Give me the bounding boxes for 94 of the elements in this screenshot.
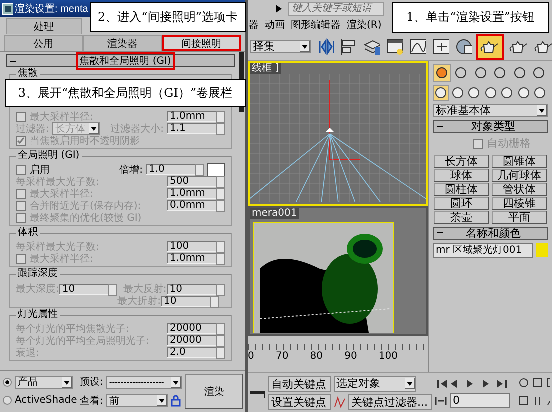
dropdown-arrow-icon (171, 376, 182, 388)
window-title: 渲染设置: menta (15, 2, 88, 16)
color-swatch[interactable] (536, 243, 548, 257)
group-title: 焦散 (16, 68, 40, 80)
field-label: 倍增: (120, 164, 143, 176)
field-label: 每采样最大光子数: (16, 240, 100, 254)
checkbox[interactable]: 启用 (16, 162, 50, 176)
schematic-icon[interactable] (432, 36, 450, 56)
menu-item[interactable]: 动画 (265, 18, 285, 32)
render-button[interactable]: 渲染 (185, 374, 244, 409)
rollout-header[interactable]: 名称和颜色 (433, 226, 548, 240)
menu-item[interactable]: 渲染(R) (347, 18, 382, 32)
callout-label: 2、进入“间接照明”选项卡 (90, 2, 246, 32)
dropdown-arrow-icon (89, 123, 100, 134)
color-swatch[interactable] (207, 162, 225, 176)
object-type-button[interactable]: 圆柱体 (434, 182, 489, 196)
timeline-tick-label: 70 (276, 351, 289, 362)
field-label: 每个灯光的平均焦散光子: (16, 322, 130, 336)
radio-button[interactable] (3, 396, 12, 406)
viewport[interactable]: 线框 ] (248, 61, 428, 206)
object-type-button[interactable]: 几何球体 (492, 168, 547, 182)
tab[interactable]: 公用 (4, 35, 83, 51)
field-label: 预设: (80, 376, 104, 390)
object-type-button[interactable]: 长方体 (434, 154, 489, 168)
spinner-field[interactable]: 1.0 (146, 164, 204, 175)
align-icon[interactable] (340, 36, 357, 56)
object-type-button[interactable]: 平面 (492, 210, 547, 224)
field-label: 衰退: (16, 346, 40, 360)
field-label: 最大折射: (118, 296, 161, 307)
sphere-icon[interactable] (435, 87, 447, 99)
menu-item[interactable]: 器 (249, 18, 259, 32)
menu-item[interactable]: 图形编辑器 (291, 18, 341, 32)
field-label: 每采样最大光子数: (16, 176, 100, 188)
group-title: 体积 (16, 227, 40, 239)
callout-label: 3、展开“焦散和全局照明（GI）”卷展栏 (5, 79, 246, 107)
dropdown-arrow-icon (300, 41, 310, 52)
field-label: 过滤器: (16, 122, 50, 136)
tab[interactable]: 处理 (6, 18, 82, 34)
tab[interactable]: 间接照明 (162, 35, 241, 51)
rollout-header[interactable]: 对象类型 (433, 120, 548, 133)
set-key-button[interactable]: 设置关键点 (268, 394, 331, 410)
object-type-button[interactable]: 圆环 (434, 196, 489, 210)
field-label: 最大深度: (16, 284, 60, 295)
curve-editor-icon[interactable] (409, 36, 426, 56)
key-mode-icon[interactable] (435, 394, 448, 406)
callout-label: 1、单击“渲染设置”按钮 (392, 2, 549, 33)
timeline-tick-label: 0 (248, 351, 254, 362)
rollout-title: 焦散和全局照明 (GI) (78, 54, 174, 68)
dropdown-arrow-icon (62, 376, 72, 388)
search-field[interactable]: 键入关键字或短语 (288, 2, 384, 16)
mirror-icon[interactable] (316, 36, 334, 56)
circle-icon[interactable] (493, 66, 508, 80)
group-title: 跟踪深度 (16, 268, 60, 280)
object-type-button[interactable]: 四棱锥 (492, 196, 547, 210)
frame-field[interactable]: 0 (450, 393, 510, 408)
object-type-button[interactable]: 茶壶 (434, 210, 489, 224)
timeline-tick-label: 100 (378, 351, 398, 362)
object-type-button[interactable]: 管状体 (492, 182, 547, 196)
viewport-label: 线框 ] (250, 63, 282, 74)
key-filters-button[interactable]: 关键点过滤器... (348, 394, 432, 410)
check-icon (17, 136, 25, 144)
curve-icon[interactable] (334, 396, 346, 408)
dropdown-arrow-icon (537, 105, 547, 116)
field-label: 查看: (80, 394, 104, 408)
field-label: 每个灯光的平均全局照明光子: (16, 334, 150, 348)
radio-button[interactable] (3, 378, 12, 387)
group-title: 灯光属性 (16, 309, 60, 321)
dropdown[interactable]: ------------------- (106, 376, 182, 389)
expand-arrow-icon[interactable] (276, 4, 282, 12)
timeline-tick-label: 90 (344, 351, 358, 362)
auto-key-button[interactable]: 自动关键点 (268, 376, 331, 392)
selection-set-dropdown[interactable]: 择集 (250, 40, 310, 53)
timeline-tick-label: 80 (310, 351, 323, 362)
dropdown-arrow-icon (404, 378, 415, 389)
group-title: 全局照明 (GI) (16, 150, 82, 162)
window-icon[interactable] (386, 36, 403, 56)
dropdown[interactable]: 前 (106, 394, 168, 408)
object-type-button[interactable]: 圆锥体 (492, 154, 547, 168)
lock-icon[interactable] (171, 394, 182, 407)
app-icon (2, 2, 13, 14)
object-type-button[interactable]: 球体 (434, 168, 489, 182)
radio-label[interactable]: ActiveShade (15, 395, 78, 406)
tab[interactable]: 渲染器 (83, 35, 162, 51)
field-label: 过滤器大小: (110, 122, 164, 136)
dropdown-arrow-icon (157, 395, 168, 406)
field-label: 最大反射: (123, 284, 167, 295)
category-dropdown[interactable]: 标准基本体 (433, 104, 548, 117)
key-mode-dropdown[interactable]: 选定对象 (334, 376, 416, 392)
dropdown[interactable]: 产品 (15, 376, 73, 389)
rollout-header[interactable]: 焦散和全局照明 (GI) (6, 54, 235, 67)
viewport[interactable]: mera001 (248, 206, 428, 336)
name-field[interactable]: mr 区域聚光灯001 (433, 242, 533, 258)
material-editor-icon[interactable] (455, 36, 472, 56)
viewport-label: mera001 (250, 208, 300, 219)
